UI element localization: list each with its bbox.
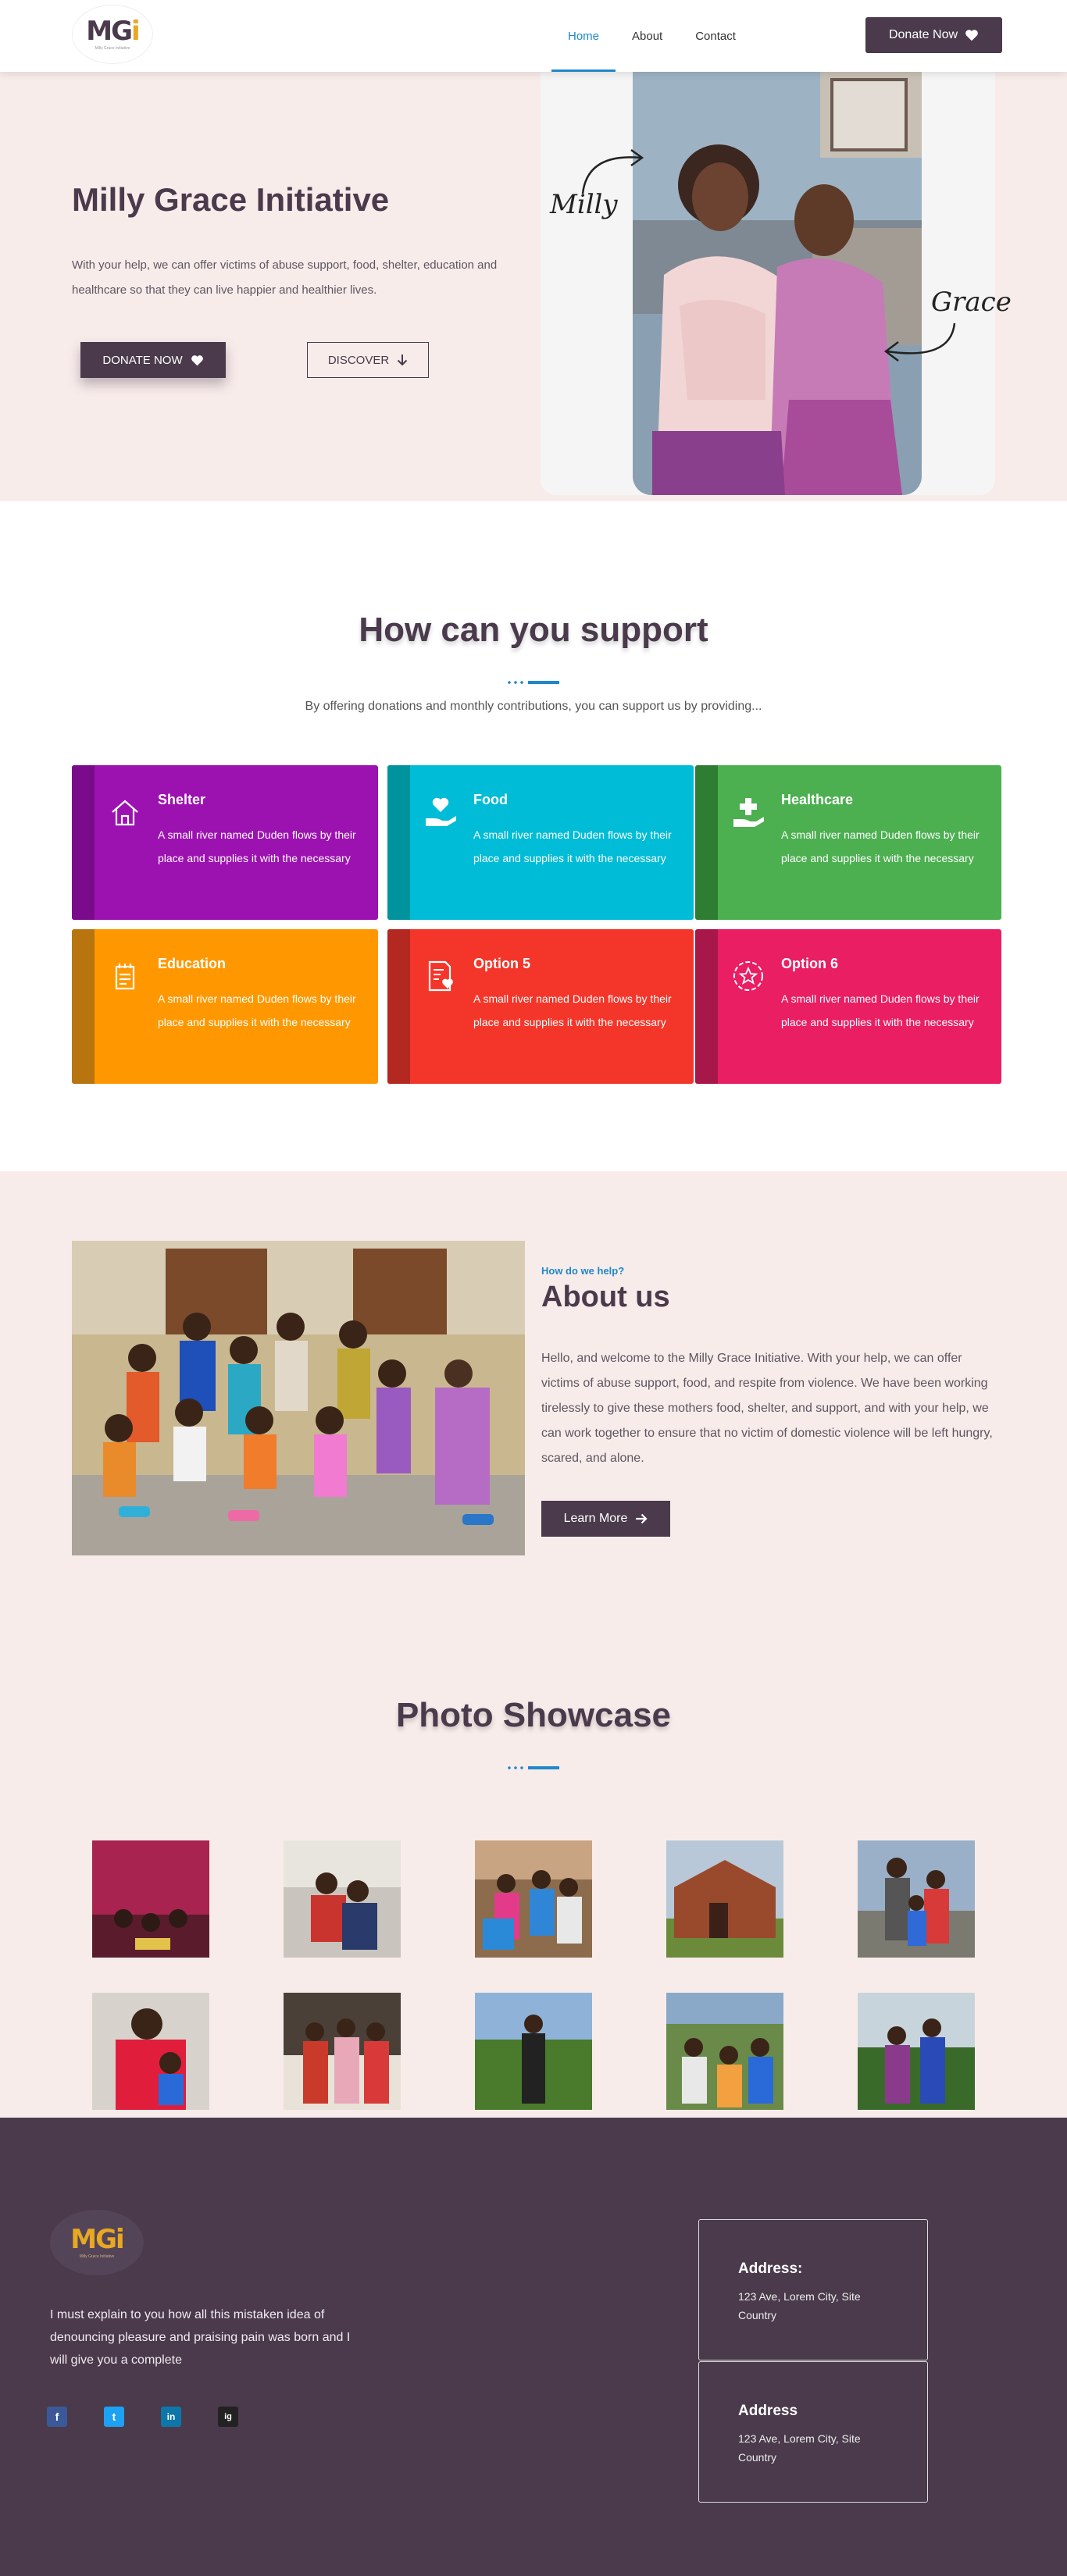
facebook-icon[interactable]: f xyxy=(47,2407,67,2427)
support-card-shelter[interactable]: Shelter A small river named Duden flows … xyxy=(72,765,378,920)
medical-cross-hand-icon xyxy=(733,798,764,827)
heart-icon xyxy=(191,355,203,365)
top-navbar: MGi Milly Grace Initiative Home About Co… xyxy=(0,0,1067,72)
support-card-option-5[interactable]: Option 5 A small river named Duden flows… xyxy=(387,929,694,1084)
script-label-grace: Grace xyxy=(931,287,1012,318)
title-divider xyxy=(506,1766,559,1769)
heart-hand-icon xyxy=(426,797,456,826)
hero-title: Milly Grace Initiative xyxy=(72,181,390,218)
about-text: Hello, and welcome to the Milly Grace In… xyxy=(541,1352,993,1465)
showcase-photo[interactable] xyxy=(475,1993,592,2110)
footer-text: I must explain to you how all this mista… xyxy=(50,2308,351,2367)
curved-arrow-icon xyxy=(581,148,644,194)
curved-arrow-icon xyxy=(883,322,956,362)
address-box: Address: 123 Ave, Lorem City, Site Count… xyxy=(698,2219,928,2360)
support-card-education[interactable]: Education A small river named Duden flow… xyxy=(72,929,378,1084)
school-icon xyxy=(115,964,135,990)
nav-link-contact[interactable]: Contact xyxy=(679,0,752,72)
arrow-down-icon xyxy=(397,355,408,366)
instagram-icon[interactable]: ig xyxy=(218,2407,238,2427)
showcase-photo[interactable] xyxy=(858,1993,975,2110)
hero-donate-button[interactable]: DONATE NOW xyxy=(80,342,226,378)
house-icon xyxy=(112,800,138,826)
hero-description: With your help, we can offer victims of … xyxy=(72,258,498,297)
showcase-photo[interactable] xyxy=(284,1993,401,2110)
showcase-title: Photo Showcase xyxy=(395,1696,672,1734)
laurel-star-icon xyxy=(733,961,763,991)
support-section-title: How can you support xyxy=(359,611,708,649)
logo-tagline: Milly Grace Initiative xyxy=(95,46,130,51)
showcase-photo[interactable] xyxy=(92,1993,209,2110)
twitter-icon[interactable]: t xyxy=(104,2407,124,2427)
nav-link-home[interactable]: Home xyxy=(551,0,616,72)
hero-image-card: Milly Grace xyxy=(541,72,1012,495)
title-divider xyxy=(506,681,559,684)
showcase-photo[interactable] xyxy=(666,1840,783,1958)
support-card-healthcare[interactable]: Healthcare A small river named Duden flo… xyxy=(695,765,1001,920)
hero-discover-button[interactable]: DISCOVER xyxy=(307,342,429,378)
nav-link-about[interactable]: About xyxy=(616,0,679,72)
address-box: Address 123 Ave, Lorem City, Site Countr… xyxy=(698,2361,928,2503)
site-logo[interactable]: MGi Milly Grace Initiative xyxy=(72,5,153,64)
nav-menu: Home About Contact xyxy=(551,0,752,72)
showcase-photo[interactable] xyxy=(92,1840,209,1958)
hero-photo xyxy=(633,72,922,495)
showcase-photo[interactable] xyxy=(475,1840,592,1958)
heart-icon xyxy=(965,30,978,41)
showcase-photo[interactable] xyxy=(284,1840,401,1958)
support-card-food[interactable]: Food A small river named Duden flows by … xyxy=(387,765,694,920)
hero-section: Milly Grace Initiative With your help, w… xyxy=(0,72,1067,501)
about-title: About us xyxy=(541,1281,670,1313)
document-heart-icon xyxy=(428,960,453,992)
showcase-photo[interactable] xyxy=(858,1840,975,1958)
support-card-option-6[interactable]: Option 6 A small river named Duden flows… xyxy=(695,929,1001,1084)
nav-donate-button[interactable]: Donate Now xyxy=(865,17,1002,53)
footer-logo[interactable]: MGi Milly Grace Initiative xyxy=(50,2210,144,2275)
showcase-photo[interactable] xyxy=(666,1993,783,2110)
learn-more-button[interactable]: Learn More xyxy=(541,1501,670,1537)
logo-tagline: Milly Grace Initiative xyxy=(79,2254,115,2259)
about-group-photo xyxy=(72,1241,525,1555)
about-section: How do we help? About us Hello, and welc… xyxy=(0,1171,1067,2118)
support-section-subtitle: By offering donations and monthly contri… xyxy=(305,700,762,713)
site-footer: MGi Milly Grace Initiative I must explai… xyxy=(0,2118,1067,2576)
arrow-right-icon xyxy=(636,1513,648,1524)
about-kicker: How do we help? xyxy=(541,1265,625,1277)
linkedin-icon[interactable]: in xyxy=(161,2407,181,2427)
